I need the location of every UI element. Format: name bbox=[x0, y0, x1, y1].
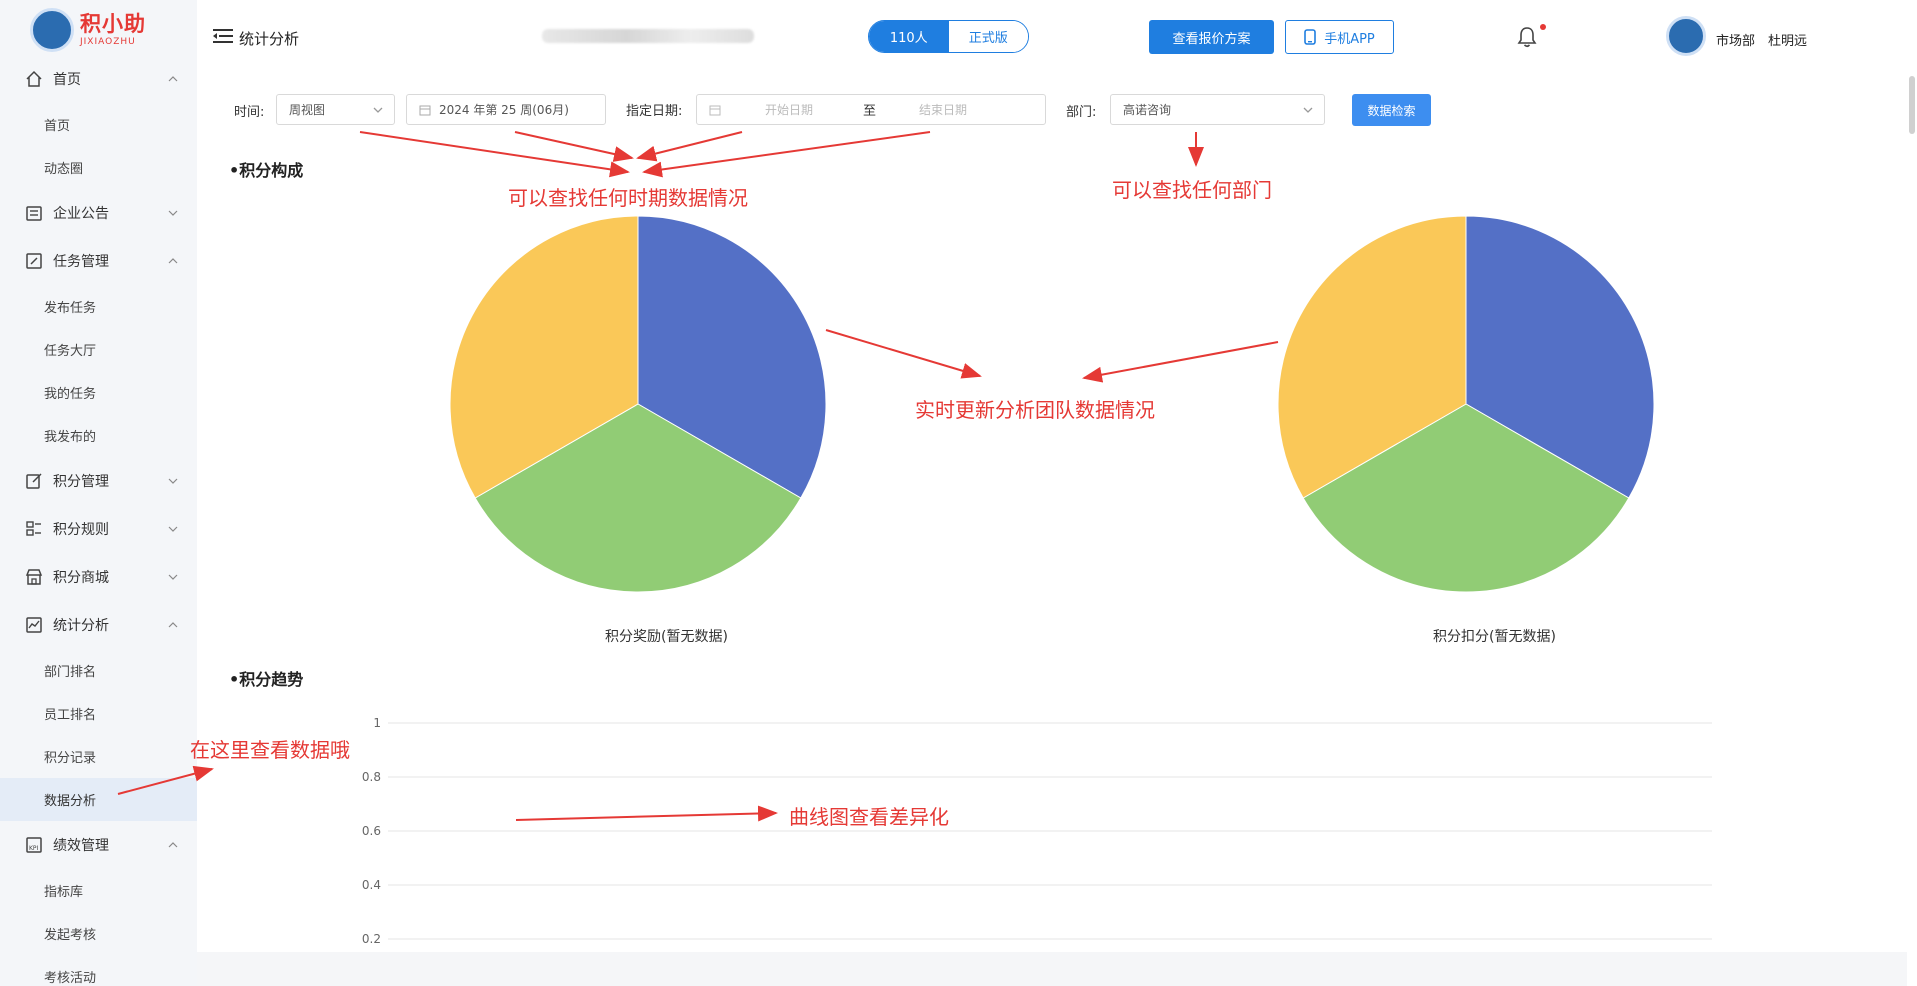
arrow-period-4 bbox=[642, 131, 931, 178]
page-footer-band bbox=[197, 952, 1907, 986]
app-root: 积小助 JIXIAOZHU 首页 首页 动态圈 企业公告 任务管理 发布任务 任务大厅 我的任… bbox=[0, 0, 1917, 986]
arrow-here bbox=[117, 765, 214, 795]
annotation-here: 在这里查看数据哦 bbox=[190, 738, 350, 762]
annotation-arrows bbox=[117, 131, 1279, 822]
annotation-period: 可以查找任何时期数据情况 bbox=[508, 186, 748, 210]
arrow-period-2 bbox=[514, 131, 634, 162]
arrow-period-1 bbox=[359, 131, 630, 178]
arrow-curve bbox=[515, 805, 778, 822]
annotation-curve: 曲线图查看差异化 bbox=[789, 805, 949, 829]
annotation-realtime: 实时更新分析团队数据情况 bbox=[915, 398, 1155, 422]
annotation-dept: 可以查找任何部门 bbox=[1112, 178, 1272, 202]
arrow-group bbox=[117, 131, 1279, 822]
arrow-realtime-right bbox=[1082, 341, 1279, 383]
arrow-period-3 bbox=[636, 131, 743, 162]
arrow-realtime-left bbox=[825, 329, 982, 379]
scrollbar-thumb[interactable] bbox=[1909, 76, 1915, 134]
scrollbar-track[interactable] bbox=[1907, 72, 1915, 986]
